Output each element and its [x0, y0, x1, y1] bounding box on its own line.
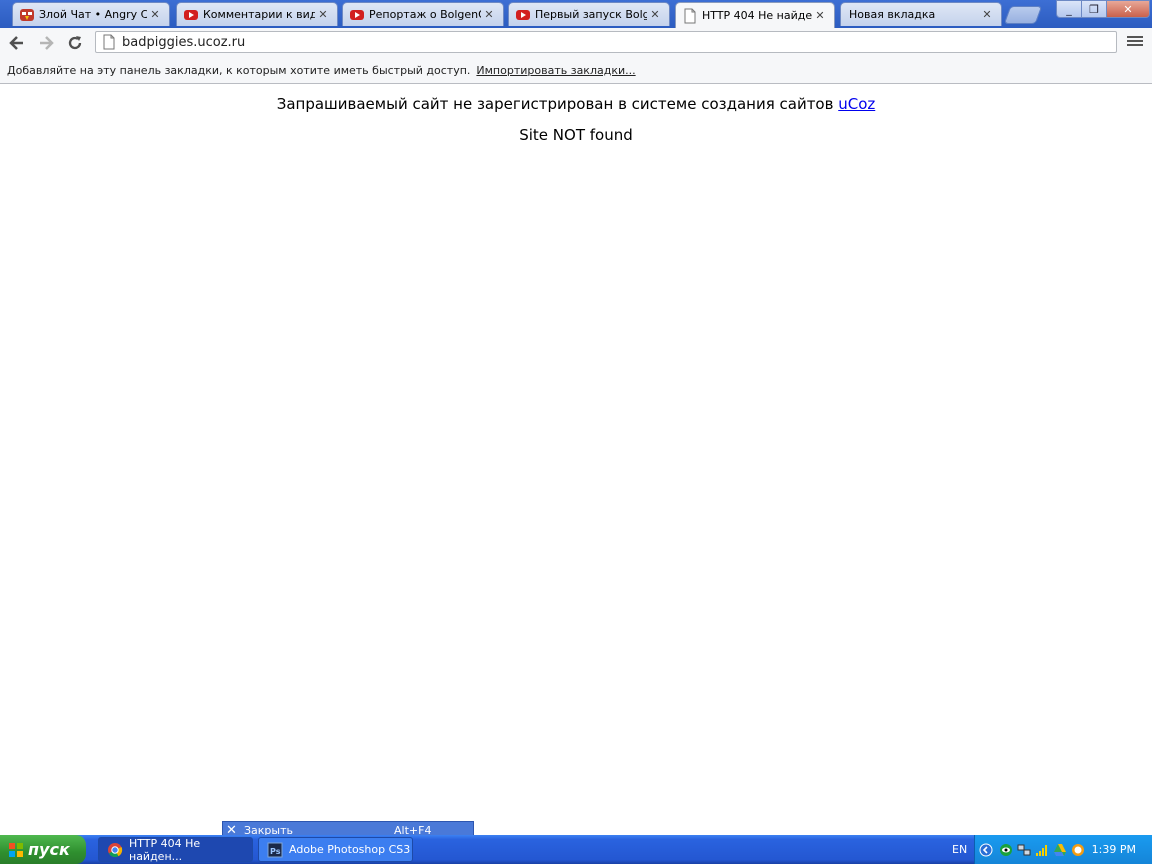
- not-registered-message: Запрашиваемый сайт не зарегистрирован в …: [0, 95, 1152, 113]
- youtube-icon: [183, 7, 199, 23]
- reload-button[interactable]: [64, 32, 86, 54]
- windows-logo-icon: [9, 842, 23, 857]
- page-icon: [682, 8, 698, 24]
- tab-title: Злой Чат • Angry Chat: [39, 8, 147, 21]
- tab-title: HTTP 404 Не найдено: [702, 9, 812, 22]
- taskbar-button-photoshop[interactable]: Ps Adobe Photoshop CS3: [258, 837, 413, 862]
- reload-icon: [68, 36, 82, 50]
- expand-tray-icon[interactable]: [979, 842, 993, 857]
- taskbar-button-label: Adobe Photoshop CS3: [289, 843, 411, 856]
- forward-arrow-icon: [40, 36, 54, 50]
- close-tab-icon[interactable]: ✕: [647, 8, 663, 21]
- signal-icon[interactable]: [1035, 842, 1049, 856]
- not-registered-text: Запрашиваемый сайт не зарегистрирован в …: [276, 95, 834, 113]
- taskbar-button-chrome[interactable]: HTTP 404 Не найден...: [98, 836, 253, 863]
- close-tab-icon[interactable]: ✕: [481, 8, 497, 21]
- tab-report-bolgenos[interactable]: Репортаж о BolgenOS ✕: [342, 2, 504, 26]
- start-button[interactable]: пуск: [0, 835, 86, 864]
- close-tab-icon[interactable]: ✕: [147, 8, 163, 21]
- angry-bird-icon: [19, 7, 35, 23]
- taskbar: пуск HTTP 404 Не найден... Ps Adobe Phot…: [0, 835, 1152, 864]
- network-icon[interactable]: [1017, 842, 1031, 856]
- new-tab-button[interactable]: [1003, 6, 1043, 24]
- bookmarks-bar: Добавляйте на эту панель закладки, к кот…: [0, 57, 1152, 84]
- eye-icon[interactable]: [999, 842, 1013, 856]
- import-bookmarks-link[interactable]: Импортировать закладки...: [476, 64, 635, 77]
- back-button[interactable]: [6, 32, 28, 54]
- close-tab-icon[interactable]: ✕: [315, 8, 331, 21]
- clock[interactable]: 1:39 PM: [1092, 843, 1136, 856]
- language-indicator[interactable]: EN: [952, 843, 967, 856]
- tab-title: Репортаж о BolgenOS: [369, 8, 481, 21]
- page-icon: [102, 34, 118, 50]
- browser-toolbar: badpiggies.ucoz.ru: [0, 28, 1152, 57]
- bookmarks-message: Добавляйте на эту панель закладки, к кот…: [7, 63, 471, 77]
- minimize-button[interactable]: _: [1056, 0, 1082, 18]
- forward-button[interactable]: [35, 32, 57, 54]
- tab-first-launch[interactable]: Первый запуск Bolgen ✕: [508, 2, 670, 26]
- photoshop-icon: Ps: [267, 842, 283, 858]
- tab-title: Первый запуск Bolgen: [535, 8, 647, 21]
- youtube-icon: [515, 7, 531, 23]
- close-window-button[interactable]: ✕: [1106, 0, 1150, 18]
- maximize-button[interactable]: ❐: [1081, 0, 1107, 18]
- tab-strip: Злой Чат • Angry Chat ✕ Комментарии к ви…: [0, 0, 1152, 28]
- chrome-icon: [107, 842, 123, 858]
- close-tab-icon[interactable]: ✕: [979, 8, 995, 21]
- address-text: badpiggies.ucoz.ru: [122, 34, 246, 50]
- address-bar[interactable]: badpiggies.ucoz.ru: [95, 31, 1117, 53]
- tab-title: Новая вкладка: [849, 8, 936, 21]
- back-arrow-icon: [9, 36, 23, 50]
- drive-icon[interactable]: [1053, 842, 1067, 856]
- menu-icon[interactable]: [1127, 34, 1143, 48]
- tab-angry-chat[interactable]: Злой Чат • Angry Chat ✕: [12, 2, 170, 26]
- tab-comments-video[interactable]: Комментарии к видео ✕: [176, 2, 338, 26]
- svg-text:Ps: Ps: [270, 847, 281, 856]
- clock-app-icon[interactable]: [1071, 842, 1085, 856]
- page-content: Запрашиваемый сайт не зарегистрирован в …: [0, 85, 1152, 835]
- close-tab-icon[interactable]: ✕: [812, 9, 828, 22]
- youtube-icon: [349, 7, 365, 23]
- start-label: пуск: [28, 840, 70, 859]
- tab-http-404[interactable]: HTTP 404 Не найдено ✕: [675, 2, 835, 28]
- tab-new[interactable]: Новая вкладка ✕: [840, 2, 1002, 26]
- tab-title: Комментарии к видео: [203, 8, 315, 21]
- site-not-found-text: Site NOT found: [519, 126, 633, 144]
- taskbar-button-label: HTTP 404 Не найден...: [129, 836, 201, 863]
- system-tray: 1:39 PM: [974, 835, 1152, 864]
- ucoz-link[interactable]: uCoz: [838, 95, 875, 113]
